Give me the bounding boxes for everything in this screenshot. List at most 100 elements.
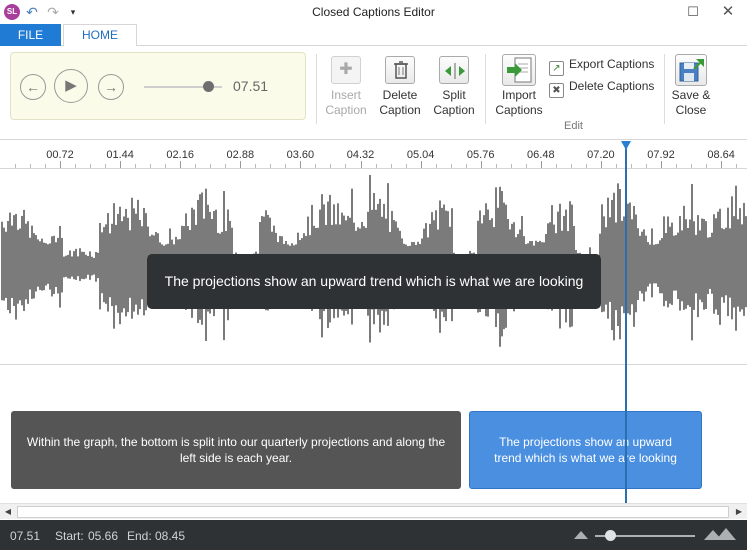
timeline-tick xyxy=(526,164,527,168)
timeline-tick xyxy=(150,164,151,168)
trash-icon: ✖ xyxy=(549,83,564,98)
timeline-tick xyxy=(691,164,692,168)
caption-preview: The projections show an upward trend whi… xyxy=(147,254,601,309)
timeline-tick-label: 08.64 xyxy=(707,149,735,161)
timeline-tick xyxy=(571,164,572,168)
end-label: End: xyxy=(127,529,152,543)
insert-caption-label-2: Caption xyxy=(325,103,367,117)
timeline-tick xyxy=(210,164,211,168)
timeline-tick xyxy=(511,164,512,168)
timeline-tick xyxy=(406,164,407,168)
end-value: 08.45 xyxy=(155,529,186,543)
timeline-tick xyxy=(75,164,76,168)
timeline-tick xyxy=(180,161,181,168)
timeline-tick xyxy=(586,164,587,168)
playhead-line[interactable] xyxy=(625,148,627,503)
insert-caption-label-1: Insert xyxy=(330,88,361,102)
timeline-tick xyxy=(165,164,166,168)
export-icon: ↗ xyxy=(549,61,564,76)
zoom-slider-thumb[interactable] xyxy=(605,530,616,541)
split-caption-button[interactable]: Split Caption xyxy=(431,54,477,118)
ribbon-divider xyxy=(664,54,665,124)
timeline-tick xyxy=(270,164,271,168)
volume-slider-thumb[interactable] xyxy=(202,81,214,92)
timeline-tick-label: 07.92 xyxy=(647,149,675,161)
timeline-tick xyxy=(466,164,467,168)
timeline-tick xyxy=(421,161,422,168)
timeline-tick xyxy=(15,164,16,168)
caption-block[interactable]: Within the graph, the bottom is split in… xyxy=(11,411,461,489)
close-button[interactable]: ✕ xyxy=(717,3,739,21)
ribbon-tabs: FILE HOME xyxy=(0,24,747,47)
timeline-tick-label: 00.72 xyxy=(46,149,74,161)
scrollbar-thumb[interactable] xyxy=(17,506,729,518)
timeline-tick xyxy=(436,164,437,168)
timeline-tick xyxy=(195,164,196,168)
timeline-tick xyxy=(556,164,557,168)
redo-button[interactable]: ↷ xyxy=(44,3,62,21)
delete-caption-label-2: Caption xyxy=(379,103,421,117)
scroll-right-icon[interactable]: ▶ xyxy=(731,504,747,520)
delete-captions-button[interactable]: ✖ Delete Captions xyxy=(549,77,654,98)
split-icon xyxy=(439,56,469,84)
delete-caption-label-1: Delete xyxy=(382,88,418,102)
tab-home[interactable]: HOME xyxy=(63,24,137,47)
caption-track: Within the graph, the bottom is split in… xyxy=(0,366,747,503)
timeline-tick xyxy=(90,164,91,168)
timeline-tick xyxy=(616,164,617,168)
timeline-tick xyxy=(330,164,331,168)
timeline-tick xyxy=(631,164,632,168)
waveform-panel[interactable]: The projections show an upward trend whi… xyxy=(0,170,747,365)
timeline-tick xyxy=(105,164,106,168)
play-button[interactable]: ▶ xyxy=(54,69,88,103)
undo-button[interactable]: ↶ xyxy=(23,3,41,21)
timeline-tick xyxy=(661,161,662,168)
horizontal-scrollbar[interactable]: ◀ ▶ xyxy=(0,503,747,519)
playhead-marker-icon[interactable] xyxy=(621,141,631,150)
timeline-tick-label: 01.44 xyxy=(106,149,134,161)
import-captions-button[interactable]: Import Captions xyxy=(492,54,546,118)
timeline-tick xyxy=(361,161,362,168)
timeline-tick-label: 02.88 xyxy=(226,149,255,161)
tab-file[interactable]: FILE xyxy=(0,24,61,46)
timeline-tick xyxy=(676,164,677,168)
export-captions-label: Export Captions xyxy=(569,57,655,71)
timeline-tick xyxy=(496,164,497,168)
zoom-out-icon[interactable] xyxy=(574,531,588,539)
export-captions-button[interactable]: ↗ Export Captions xyxy=(549,55,655,76)
ribbon-divider xyxy=(316,54,317,124)
caption-block-selected[interactable]: The projections show an upward trend whi… xyxy=(469,411,702,489)
timeline-tick xyxy=(721,161,722,168)
player-time: 07.51 xyxy=(233,78,269,94)
trash-icon xyxy=(385,56,415,84)
start-label: Start: xyxy=(55,529,84,543)
timeline-tick xyxy=(135,164,136,168)
timeline-tick xyxy=(285,164,286,168)
timeline-ruler[interactable]: 00.72 01.44 02.16 02.88 03.60 04.32 05.04 05.76… xyxy=(0,141,747,169)
plus-icon: ✚ xyxy=(331,56,361,84)
timeline-tick xyxy=(376,164,377,168)
timeline-tick xyxy=(60,161,61,168)
delete-caption-button[interactable]: Delete Caption xyxy=(377,54,423,118)
window-title: Closed Captions Editor xyxy=(312,5,435,19)
status-bar: 07.51 Start: 05.66 End: 08.45 xyxy=(0,520,747,550)
save-and-close-button[interactable]: Save & Close xyxy=(668,54,714,118)
scroll-left-icon[interactable]: ◀ xyxy=(0,504,16,520)
timeline-tick xyxy=(481,161,482,168)
timeline-tick xyxy=(601,161,602,168)
previous-caption-button[interactable]: ← xyxy=(20,74,46,100)
timeline-tick xyxy=(345,164,346,168)
timeline-tick-label: 02.16 xyxy=(166,149,194,161)
customize-quick-access-button[interactable]: ▾ xyxy=(64,3,82,21)
app-logo-icon: SL xyxy=(4,4,20,20)
next-caption-button[interactable]: → xyxy=(98,74,124,100)
insert-caption-button[interactable]: ✚ Insert Caption xyxy=(324,54,368,118)
import-captions-label-2: Captions xyxy=(495,103,543,117)
timeline-tick-label: 05.76 xyxy=(466,149,495,161)
zoom-in-icon[interactable] xyxy=(704,528,736,540)
timeline-tick xyxy=(300,161,301,168)
maximize-button[interactable]: ☐ xyxy=(682,3,704,21)
media-player: ← ▶ → 07.51 xyxy=(10,52,306,120)
timeline-tick xyxy=(225,164,226,168)
ribbon: ← ▶ → 07.51 ✚ Insert Caption Delete Capt… xyxy=(0,46,747,140)
